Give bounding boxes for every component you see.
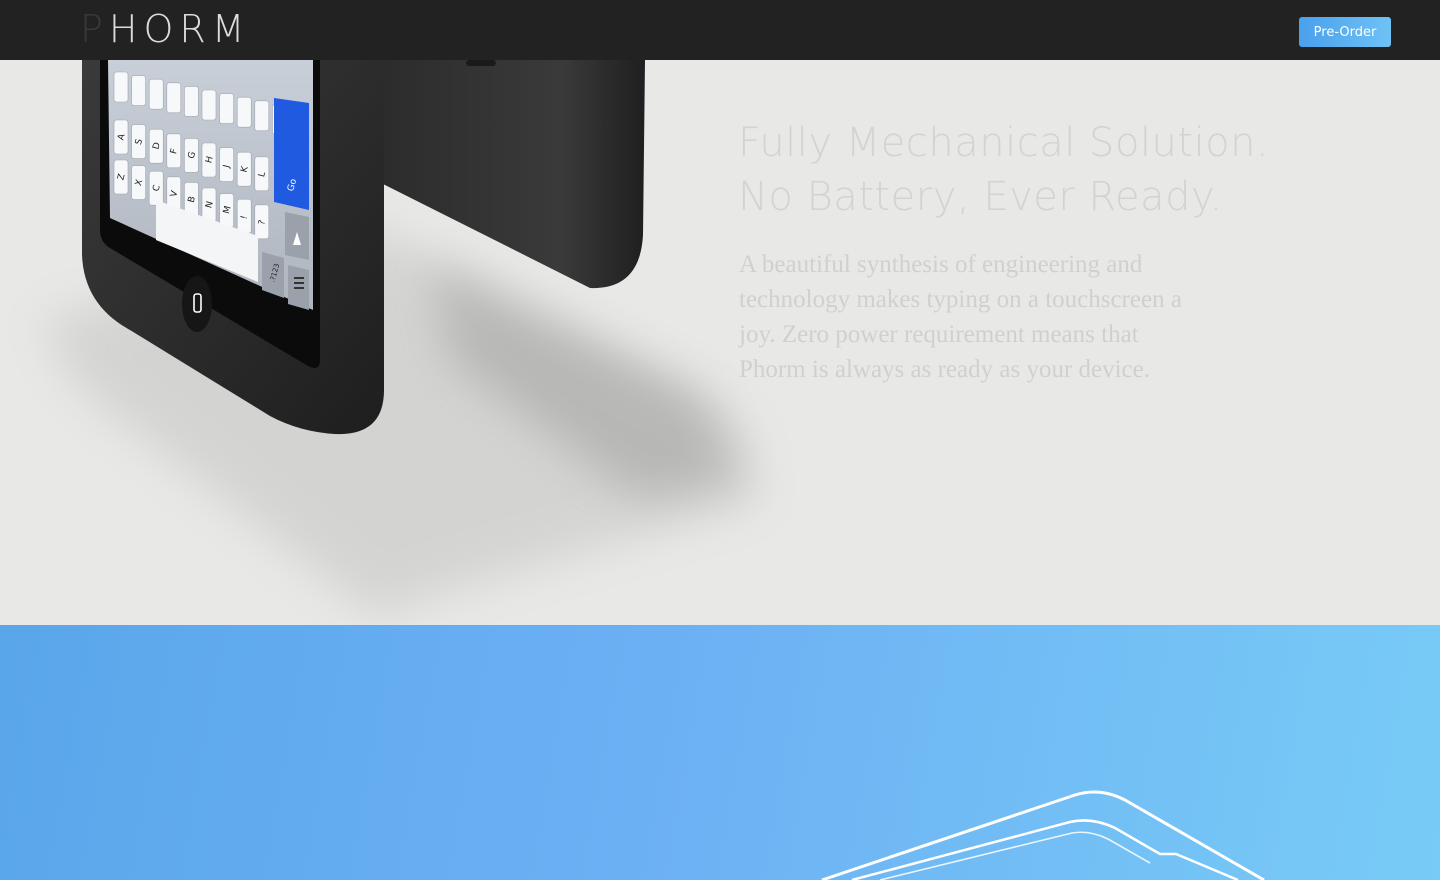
blue-feature-section: [0, 625, 1440, 880]
headline-line-2: No Battery, Ever Ready.: [738, 174, 1223, 220]
keyboard-key-2-1: Z: [113, 159, 129, 195]
logo-letter-p: P: [80, 7, 109, 51]
pre-order-button[interactable]: Pre-Order: [1299, 17, 1391, 47]
keyboard-key-2-8: !: [236, 198, 252, 234]
number-key: .?123: [262, 252, 284, 298]
hero-section: A S D F G H J K L Z X C V B N M!? Go .?123: [0, 60, 1440, 625]
keyboard-key-top-row: [219, 93, 234, 124]
home-button: [182, 276, 212, 332]
keyboard-dismiss-key: [288, 265, 309, 310]
keyboard-key-2-6: N: [201, 187, 217, 223]
keyboard-key-1-8: K: [236, 151, 252, 187]
keyboard-key-top-row: [113, 71, 129, 103]
keyboard-key-1-7: J: [219, 147, 234, 182]
keyboard-key-top-row: [254, 100, 270, 132]
keyboard-key-1-2: S: [131, 124, 146, 159]
keyboard-key-1-9: L: [254, 156, 270, 192]
keyboard-key-1-5: G: [184, 138, 199, 173]
go-key: Go: [274, 98, 309, 210]
keyboard-key-1-6: H: [201, 142, 217, 178]
keyboard-key-2-7: M: [219, 193, 234, 228]
keyboard-key-top-row: [166, 82, 182, 114]
headline-line-1: Fully Mechanical Solution.: [738, 120, 1270, 166]
logo-letters: HORM: [108, 7, 251, 51]
keyboard-key-1-4: F: [166, 133, 182, 169]
hero-description: A beautiful synthesis of engineering and…: [739, 251, 1182, 383]
tablet-with-keyboard-case-image: AS DF GHJ KLZXCVBNM!? Go .?123: [40, 60, 760, 620]
keyboard-key-2-9: ?: [254, 204, 270, 240]
keyboard-key-1-3: D: [148, 128, 164, 164]
phorm-logo[interactable]: PHORM: [80, 9, 251, 49]
top-nav-bar: PHORM Pre-Order: [0, 0, 1440, 60]
device-outline-illustration: [821, 790, 1265, 880]
keyboard-key-top-row: [201, 89, 217, 121]
shift-key: [285, 212, 309, 260]
keyboard-key-top-row: [148, 78, 164, 110]
keyboard-key-top-row: [131, 75, 146, 106]
case-button-edge: [466, 60, 496, 66]
keyboard-key-top-row: [236, 96, 252, 128]
keyboard-key-2-2: X: [131, 165, 146, 200]
hero-headline: Fully Mechanical Solution. No Battery, E…: [738, 116, 1358, 224]
keyboard-key-1-1: A: [113, 119, 129, 155]
keyboard-key-top-row: [184, 86, 199, 117]
